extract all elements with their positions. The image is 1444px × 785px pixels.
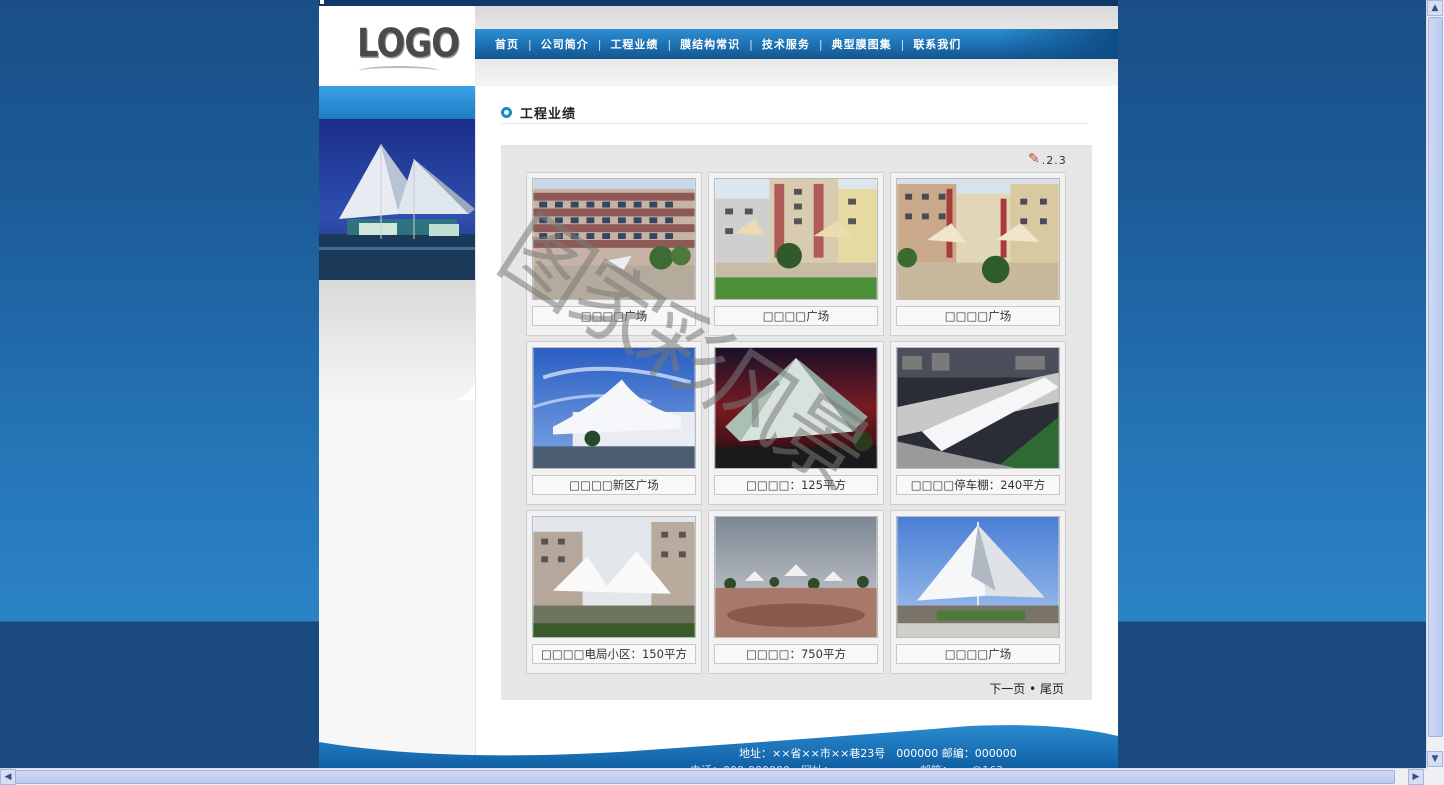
page-numbers: ✎ .2.3 xyxy=(1028,151,1067,167)
nav-projects[interactable]: 工程业绩 xyxy=(610,36,658,52)
project-caption[interactable]: □□□□广场 xyxy=(896,306,1060,326)
vertical-scrollbar[interactable]: ▲ ▼ xyxy=(1426,0,1444,768)
sidebar-photo xyxy=(319,119,475,280)
project-card[interactable]: □□□□停车棚：240平方 xyxy=(890,341,1066,505)
project-photo[interactable] xyxy=(896,178,1060,300)
pager-separator: • xyxy=(1029,682,1037,696)
project-gallery: ✎ .2.3 □□□□广场 □□□□广场 □□□□广场 □□□□新区广场 □□□… xyxy=(501,145,1092,700)
project-photo[interactable] xyxy=(532,178,696,300)
nav-knowledge[interactable]: 膜结构常识 xyxy=(680,36,740,52)
sidebar-gray-curve xyxy=(319,280,475,410)
circle-bullet-icon xyxy=(501,106,512,118)
main-nav: 首页 | 公司简介 | 工程业绩 | 膜结构常识 | 技术服务 | 典型膜图集 … xyxy=(475,29,1118,59)
next-page-link[interactable]: 下一页 xyxy=(989,682,1025,696)
page-number-links[interactable]: .2.3 xyxy=(1042,154,1067,167)
vertical-scroll-thumb[interactable] xyxy=(1428,17,1443,737)
project-caption[interactable]: □□□□广场 xyxy=(896,644,1060,664)
project-card[interactable]: □□□□广场 xyxy=(890,172,1066,336)
project-photo[interactable] xyxy=(714,178,878,300)
logo-swoosh xyxy=(359,66,439,76)
project-card[interactable]: □□□□：750平方 xyxy=(708,510,884,674)
sidebar-blue-bar xyxy=(319,86,475,119)
project-photo[interactable] xyxy=(714,516,878,638)
project-caption[interactable]: □□□□停车棚：240平方 xyxy=(896,475,1060,495)
nav-home[interactable]: 首页 xyxy=(495,36,519,52)
pagination: 下一页 • 尾页 xyxy=(989,680,1064,697)
project-photo[interactable] xyxy=(896,516,1060,638)
header-top-band xyxy=(475,6,1118,29)
project-caption[interactable]: □□□□：125平方 xyxy=(714,475,878,495)
scroll-left-icon[interactable]: ◀ xyxy=(0,769,16,785)
page-container: LOGO 首页 | 公司简介 | 工程业绩 | 膜结构常识 | 技术服务 | 典… xyxy=(319,0,1118,768)
project-card[interactable]: □□□□新区广场 xyxy=(526,341,702,505)
project-caption[interactable]: □□□□广场 xyxy=(714,306,878,326)
project-card[interactable]: □□□□：125平方 xyxy=(708,341,884,505)
logo-text: LOGO xyxy=(357,21,460,67)
last-page-link[interactable]: 尾页 xyxy=(1040,682,1064,696)
project-caption[interactable]: □□□□广场 xyxy=(532,306,696,326)
nav-contact[interactable]: 联系我们 xyxy=(913,36,961,52)
nav-services[interactable]: 技术服务 xyxy=(762,36,810,52)
scroll-up-icon[interactable]: ▲ xyxy=(1427,0,1443,16)
scroll-down-icon[interactable]: ▼ xyxy=(1427,751,1443,767)
header-bottom-band xyxy=(475,59,1118,86)
project-photo[interactable] xyxy=(532,516,696,638)
project-caption[interactable]: □□□□新区广场 xyxy=(532,475,696,495)
scroll-right-icon[interactable]: ▶ xyxy=(1408,769,1424,785)
horizontal-scrollbar[interactable]: ◀ ▶ xyxy=(0,768,1426,785)
project-photo[interactable] xyxy=(896,347,1060,469)
scrollbar-corner xyxy=(1426,768,1444,785)
footer-address: 地址：××省××市××巷23号 000000 邮编：000000 xyxy=(739,747,1017,760)
nav-about[interactable]: 公司简介 xyxy=(541,36,589,52)
project-caption[interactable]: □□□□电局小区：150平方 xyxy=(532,644,696,664)
project-card[interactable]: □□□□广场 xyxy=(708,172,884,336)
logo[interactable]: LOGO xyxy=(319,6,475,86)
section-title: 工程业绩 xyxy=(520,106,577,122)
nav-gallery[interactable]: 典型膜图集 xyxy=(832,36,892,52)
pencil-icon: ✎ xyxy=(1028,151,1041,167)
project-card[interactable]: □□□□电局小区：150平方 xyxy=(526,510,702,674)
project-photo[interactable] xyxy=(714,347,878,469)
project-photo[interactable] xyxy=(532,347,696,469)
project-card[interactable]: □□□□广场 xyxy=(526,172,702,336)
sidebar-lower xyxy=(319,400,475,768)
section-heading: 工程业绩 xyxy=(501,102,576,122)
corner-marker xyxy=(320,0,324,4)
project-caption[interactable]: □□□□：750平方 xyxy=(714,644,878,664)
project-card[interactable]: □□□□广场 xyxy=(890,510,1066,674)
horizontal-scroll-thumb[interactable] xyxy=(15,770,1395,784)
